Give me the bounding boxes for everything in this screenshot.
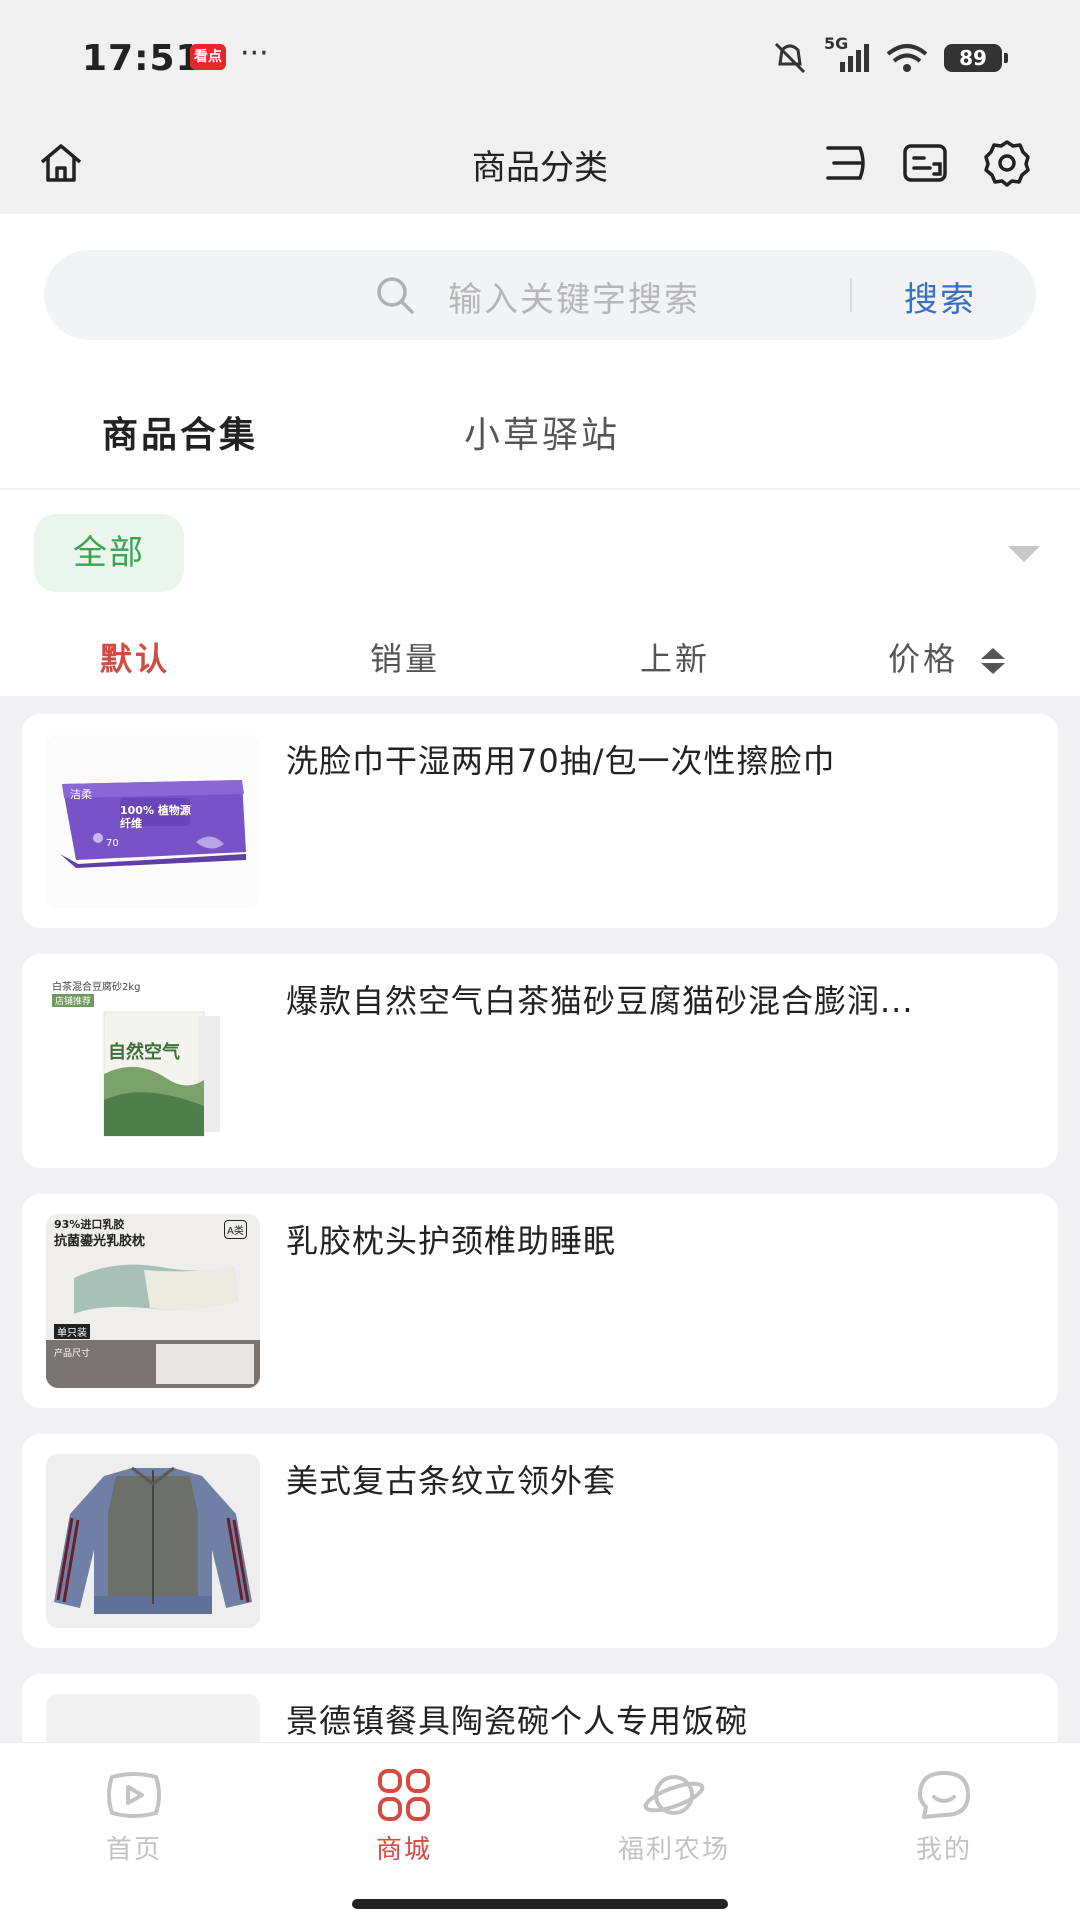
tab-farm[interactable]: 福利农场	[584, 1769, 764, 1866]
product-image-caption: 白茶混合豆腐砂2kg	[52, 982, 141, 993]
product-image-text: 自然空气	[108, 1042, 180, 1063]
planet-icon	[643, 1775, 705, 1815]
product-image-badge: A类	[224, 1220, 247, 1239]
sort-new[interactable]: 上新	[640, 634, 710, 680]
tab-grass-station[interactable]: 小草驿站	[464, 406, 620, 458]
play-icon	[107, 1772, 161, 1818]
product-image	[46, 1454, 260, 1628]
tab-farm-label: 福利农场	[617, 1835, 730, 1865]
product-image-text: 100% 植物源纤维	[120, 804, 191, 830]
product-title[interactable]: 爆款自然空气白茶猫砂豆腐猫砂混合膨润...	[286, 976, 1026, 1022]
search-input[interactable]: 输入关键字搜索	[448, 272, 700, 321]
sort-arrows-icon	[981, 648, 1006, 674]
search-icon	[377, 277, 414, 314]
sort-default[interactable]: 默认	[100, 634, 170, 680]
sort-sales[interactable]: 销量	[370, 634, 440, 680]
product-image-pack: 单只装	[54, 1324, 90, 1339]
battery-indicator: 89	[944, 44, 1008, 72]
product-image: 白茶混合豆腐砂2kg 店铺推荐 自然空气	[46, 974, 260, 1148]
product-image: 洁柔 100% 植物源纤维 70	[46, 734, 260, 908]
top-nav-bar: 商品分类	[0, 110, 1080, 214]
tab-mine[interactable]: 我的	[854, 1769, 1034, 1866]
product-image-tag: 店铺推荐	[52, 994, 95, 1007]
grid-icon	[378, 1769, 430, 1821]
product-card[interactable]: 美式复古条纹立领外套	[22, 1434, 1058, 1648]
filter-panel: 输入关键字搜索 搜索 商品合集 小草驿站 全部 默认 销量 上新 价格	[0, 214, 1080, 696]
signal-icon	[840, 44, 869, 72]
tab-mine-label: 我的	[915, 1835, 972, 1865]
product-title[interactable]: 乳胶枕头护颈椎助睡眠	[286, 1216, 1026, 1262]
scan-card-icon[interactable]	[900, 138, 950, 188]
tab-mall-label: 商城	[375, 1835, 432, 1865]
product-card[interactable]: 白茶混合豆腐砂2kg 店铺推荐 自然空气 爆款自然空气白茶猫砂豆腐猫砂混合膨润.…	[22, 954, 1058, 1168]
search-divider	[850, 278, 852, 312]
product-image-size-label: 产品尺寸	[54, 1349, 91, 1359]
smile-face-icon	[918, 1771, 970, 1819]
home-indicator[interactable]	[352, 1899, 728, 1909]
product-image-count: 70	[106, 838, 119, 849]
sort-price-label: 价格	[888, 640, 959, 678]
product-image: 93%进口乳胶 抗菌鎏光乳胶枕 A类 单只装 产品尺寸	[46, 1214, 260, 1388]
status-bar: 17:51 看点 ··· 5G 89	[0, 0, 1080, 110]
bottom-tab-bar: 首页 商城 福利农场 我的	[0, 1742, 1080, 1921]
divider	[0, 488, 1080, 490]
category-chip-all[interactable]: 全部	[34, 514, 184, 592]
sort-price[interactable]: 价格	[888, 634, 1007, 680]
product-image-line2: 抗菌鎏光乳胶枕	[54, 1234, 146, 1249]
product-title[interactable]: 洗脸巾干湿两用70抽/包一次性擦脸巾	[286, 736, 1026, 782]
tab-home[interactable]: 首页	[44, 1769, 224, 1866]
search-button[interactable]: 搜索	[904, 272, 976, 321]
app-notification-badge: 看点	[190, 44, 226, 70]
product-list: 洁柔 100% 植物源纤维 70 洗脸巾干湿两用70抽/包一次性擦脸巾 白茶混合…	[22, 714, 1058, 1914]
tab-goods-collection[interactable]: 商品合集	[102, 406, 258, 458]
search-bar[interactable]: 输入关键字搜索 搜索	[44, 250, 1036, 340]
tab-mall[interactable]: 商城	[314, 1769, 494, 1866]
product-card[interactable]: 93%进口乳胶 抗菌鎏光乳胶枕 A类 单只装 产品尺寸 乳胶枕头护颈椎助睡眠	[22, 1194, 1058, 1408]
product-image-brand: 洁柔	[70, 788, 92, 801]
settings-icon[interactable]	[982, 138, 1032, 188]
tab-home-label: 首页	[105, 1835, 162, 1865]
more-notifications: ···	[240, 36, 269, 71]
product-title[interactable]: 景德镇餐具陶瓷碗个人专用饭碗	[286, 1696, 1026, 1742]
status-time: 17:51	[82, 38, 202, 79]
wifi-icon	[886, 44, 928, 72]
menu-icon[interactable]	[820, 138, 870, 188]
chevron-down-icon[interactable]	[1008, 546, 1040, 562]
product-card[interactable]: 洁柔 100% 植物源纤维 70 洗脸巾干湿两用70抽/包一次性擦脸巾	[22, 714, 1058, 928]
product-title[interactable]: 美式复古条纹立领外套	[286, 1456, 1026, 1502]
mute-icon	[774, 42, 806, 74]
